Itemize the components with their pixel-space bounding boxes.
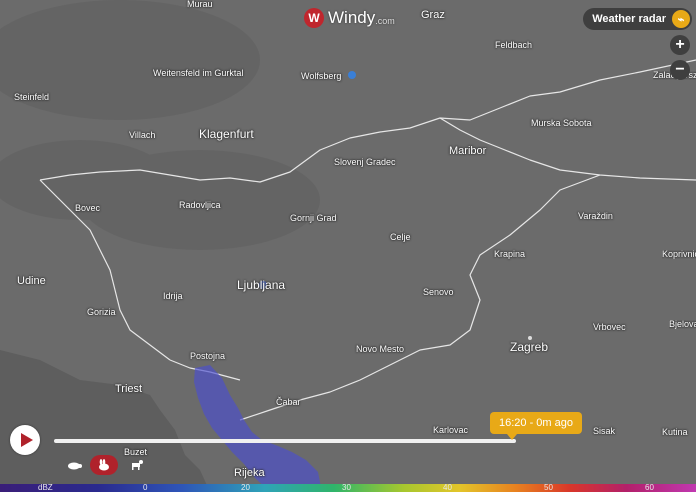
place-label: Karlovac <box>433 425 469 435</box>
place-label: Murau <box>187 0 213 9</box>
place-label: Radovljica <box>179 200 221 210</box>
goat-icon[interactable] <box>126 457 146 473</box>
rabbit-icon[interactable] <box>90 455 118 475</box>
place-label: Novo Mesto <box>356 344 405 354</box>
place-label: Buzet <box>124 447 148 457</box>
place-label: Udine <box>17 275 46 287</box>
place-label: Idrija <box>163 291 183 301</box>
legend-unit: dBZ <box>38 483 53 492</box>
legend-tick: 60 <box>645 483 654 492</box>
overlay-label: Weather radar <box>592 13 666 25</box>
place-label: Slovenj Gradec <box>334 157 396 167</box>
timeline-pointer <box>507 434 517 440</box>
zoom-in-button[interactable]: + <box>670 35 690 55</box>
timeline-current-time[interactable]: 16:20 - 0m ago <box>490 412 582 434</box>
place-label: Vrbovec <box>593 322 626 332</box>
place-label: Bjelovar <box>669 320 696 329</box>
place-label: Zagreb <box>510 340 549 354</box>
place-label: Čabar <box>276 397 301 407</box>
place-label: Bovec <box>75 203 101 213</box>
place-label: Koprivnica <box>662 250 696 259</box>
place-label: Senovo <box>423 287 454 297</box>
legend-tick: 50 <box>544 483 553 492</box>
windy-logo[interactable]: W Windy .com <box>304 7 395 29</box>
legend-tick: 30 <box>342 483 351 492</box>
legend-tick: 0 <box>143 483 148 492</box>
map-app: Murau Graz Feldbach Weitensfeld im Gurkt… <box>0 0 696 492</box>
place-label: Triest <box>115 383 143 395</box>
play-button[interactable] <box>10 425 40 455</box>
legend-tick: 40 <box>443 483 452 492</box>
place-label: Maribor <box>449 145 487 157</box>
place-label: Klagenfurt <box>199 127 254 141</box>
place-label: Feldbach <box>495 40 533 50</box>
windy-logo-text: Windy <box>328 8 376 27</box>
place-label: Murska Sobota <box>531 118 592 128</box>
windy-logo-suffix: .com <box>375 16 395 26</box>
play-icon <box>20 433 33 447</box>
timeline-track[interactable] <box>54 439 516 443</box>
place-label: Weitensfeld im Gurktal <box>153 68 244 78</box>
place-label: Celje <box>390 232 411 242</box>
place-label: Graz <box>421 9 445 21</box>
place-label: Gorizia <box>87 307 116 317</box>
windy-logo-icon: W <box>304 8 324 28</box>
place-label: Varaždin <box>578 211 613 221</box>
place-label: Krapina <box>494 249 526 259</box>
radar-icon: ⌁ <box>672 10 690 28</box>
radar-blip-wolfsberg <box>348 71 356 79</box>
place-label: Steinfeld <box>14 92 50 102</box>
place-label: Ljubljana <box>237 278 286 292</box>
legend-tick: 20 <box>241 483 250 492</box>
place-label: Sisak <box>593 426 616 436</box>
place-label: Gornji Grad <box>290 213 337 223</box>
zoom-out-button[interactable]: − <box>670 60 690 80</box>
turtle-icon[interactable] <box>64 457 84 473</box>
map-canvas[interactable] <box>0 0 696 492</box>
place-label: Wolfsberg <box>301 71 342 81</box>
place-label: Kutina <box>662 427 688 437</box>
place-label: Postojna <box>190 351 226 361</box>
overlay-selector-button[interactable]: Weather radar ⌁ <box>583 8 692 30</box>
place-label: Rijeka <box>234 467 265 479</box>
place-label: Villach <box>129 130 156 140</box>
